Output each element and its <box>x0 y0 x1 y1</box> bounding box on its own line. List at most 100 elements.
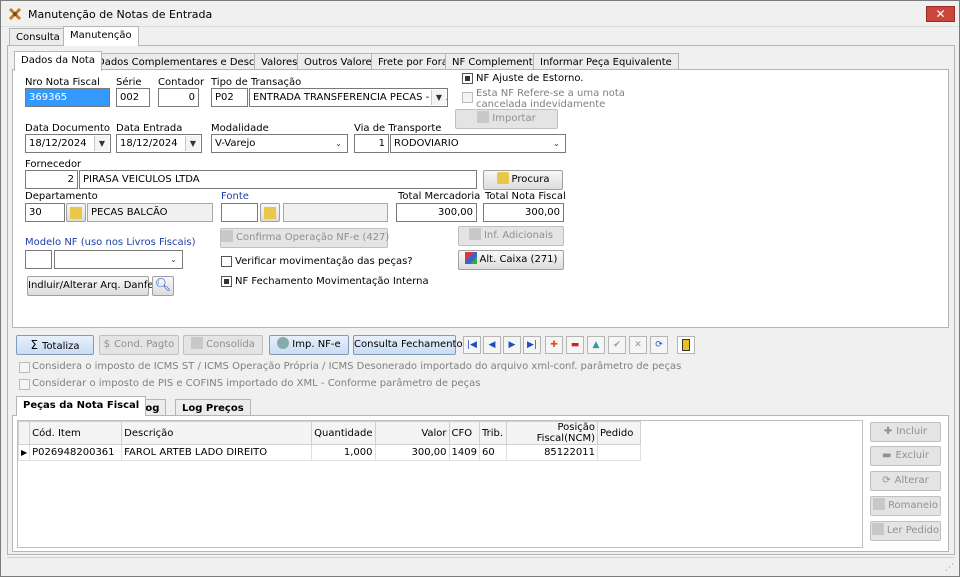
table-cell[interactable]: 1,000 <box>311 444 376 461</box>
incluir-button[interactable]: ✚ Incluir <box>870 422 941 442</box>
grid-column-header[interactable]: CFO <box>448 421 480 445</box>
imp-nfe-label: Imp. NF-e <box>292 339 341 350</box>
chevron-down-icon[interactable]: ▼ <box>431 90 446 105</box>
departamento-search-button[interactable] <box>66 203 86 222</box>
fonte-search-button[interactable] <box>260 203 280 222</box>
refresh-icon[interactable]: ⟳ <box>650 336 668 354</box>
table-cell[interactable]: 60 <box>478 444 507 461</box>
procura-button[interactable]: Procura <box>483 170 563 190</box>
total-nota-fiscal-input[interactable]: 300,00 <box>483 203 564 222</box>
nf-fechamento-checkbox[interactable] <box>221 276 232 287</box>
calendar-dropdown-icon[interactable]: ▼ <box>94 136 109 151</box>
via-transporte-label: Via de Transporte <box>354 123 442 134</box>
table-cell[interactable]: FAROL ARTEB LADO DIREITO <box>121 444 313 461</box>
modalidade-select[interactable]: V-Varejo ⌄ <box>211 134 348 153</box>
serie-label: Série <box>116 77 142 88</box>
nro-nota-input[interactable]: 369365 <box>25 88 110 107</box>
table-cell[interactable]: 85122011 <box>505 444 598 461</box>
pis-cofins-checkbox[interactable] <box>19 379 30 390</box>
exit-door-icon[interactable] <box>677 336 695 354</box>
total-mercadoria-input[interactable]: 300,00 <box>396 203 477 222</box>
totaliza-button[interactable]: Σ Totaliza <box>16 335 94 355</box>
edit-icon <box>468 228 481 240</box>
modelo-nf-codigo-input[interactable] <box>25 250 52 269</box>
modalidade-label: Modalidade <box>211 123 269 134</box>
via-desc-value: RODOVIARIO <box>394 138 459 149</box>
danfe-button[interactable]: Indluir/Alterar Arq. Danfe <box>27 276 154 296</box>
import-icon <box>277 337 290 349</box>
tipo-codigo-input[interactable]: P02 <box>211 88 248 107</box>
modelo-nf-select[interactable]: ⌄ <box>54 250 183 269</box>
via-codigo-input[interactable]: 1 <box>354 134 389 153</box>
cancel-record-icon[interactable]: ✕ <box>629 336 647 354</box>
table-cell[interactable]: P026948200361 <box>29 444 123 461</box>
grid-column-header[interactable]: Pedido <box>596 421 641 445</box>
confirma-operacao-button[interactable]: Confirma Operação NF-e (427) <box>220 228 389 248</box>
delete-record-icon[interactable]: ▬ <box>566 336 584 354</box>
edit-record-icon[interactable]: ▲ <box>587 336 605 354</box>
grid-column-header[interactable]: Quantidade <box>311 421 376 445</box>
grid-indicator-header <box>17 421 31 445</box>
grid-column-header[interactable]: Descrição <box>121 421 313 445</box>
resize-grip-icon[interactable]: ⋰ <box>945 563 954 573</box>
imp-nfe-button[interactable]: Imp. NF-e <box>269 335 349 355</box>
last-record-icon[interactable]: ▶| <box>523 336 541 354</box>
alterar-button[interactable]: ⟳ Alterar <box>870 471 941 491</box>
cond-pagto-button[interactable]: $ Cond. Pagto <box>99 335 179 355</box>
verificar-movimentacao-checkbox[interactable] <box>221 256 232 267</box>
romaneio-button[interactable]: Romaneio <box>870 496 941 516</box>
chevron-down-icon[interactable]: ⌄ <box>166 252 181 267</box>
tab-consulta[interactable]: Consulta <box>9 28 67 46</box>
fonte-codigo-input[interactable] <box>221 203 258 222</box>
tab-manutencao[interactable]: Manutenção <box>63 26 139 46</box>
via-transporte-select[interactable]: RODOVIARIO ⌄ <box>390 134 566 153</box>
next-record-icon[interactable]: ▶ <box>503 336 521 354</box>
contador-input[interactable]: 0 <box>158 88 199 107</box>
consolida-button[interactable]: Consolida <box>183 335 263 355</box>
serie-input[interactable]: 002 <box>116 88 150 107</box>
alt-caixa-button[interactable]: Alt. Caixa (271) <box>458 250 564 270</box>
search-button[interactable]: 🔍︎ <box>152 276 174 296</box>
table-row[interactable]: ▶ P026948200361 FAROL ARTEB LADO DIREITO 1,… <box>17 444 641 461</box>
fornecedor-nome-input[interactable]: PIRASA VEICULOS LTDA <box>79 170 477 189</box>
insert-record-icon[interactable]: ✚ <box>545 336 563 354</box>
tab-dados-da-nota[interactable]: Dados da Nota <box>14 51 102 71</box>
importar-button[interactable]: Importar <box>455 109 558 129</box>
grid-column-header[interactable]: Valor <box>374 421 450 445</box>
inf-adicionais-button[interactable]: Inf. Adicionais <box>458 226 564 246</box>
total-nota-fiscal-label: Total Nota Fiscal <box>485 191 566 202</box>
icms-checkbox[interactable] <box>19 362 30 373</box>
calendar-dropdown-icon[interactable]: ▼ <box>185 136 200 151</box>
prev-record-icon[interactable]: ◀ <box>483 336 501 354</box>
close-button[interactable]: ✕ <box>926 6 955 22</box>
table-cell[interactable]: 1409 <box>448 444 480 461</box>
consulta-fechamento-button[interactable]: Consulta Fechamento <box>353 335 463 355</box>
first-record-icon[interactable]: |◀ <box>463 336 481 354</box>
chevron-down-icon[interactable]: ⌄ <box>331 136 346 151</box>
data-entrada-input[interactable]: 18/12/2024 ▼ <box>116 134 202 153</box>
importar-button-label: Importar <box>492 113 536 124</box>
procura-button-label: Procura <box>511 174 550 185</box>
tipo-desc-text: ENTRADA TRANSFERENCIA PECAS - FILI <box>253 92 448 103</box>
table-cell[interactable] <box>596 444 641 461</box>
nro-nota-label: Nro Nota Fiscal <box>25 77 100 88</box>
departamento-codigo-input[interactable]: 30 <box>25 203 65 222</box>
grid-column-header[interactable]: Posição Fiscal(NCM) <box>505 421 598 445</box>
tab-pecas-nota-fiscal[interactable]: Peças da Nota Fiscal <box>16 396 147 416</box>
chevron-down-icon[interactable]: ⌄ <box>549 136 564 151</box>
nf-refere-checkbox[interactable] <box>462 92 473 103</box>
nf-ajuste-checkbox[interactable] <box>462 73 473 84</box>
grid-column-header[interactable]: Cód. Item <box>29 421 123 445</box>
data-doc-input[interactable]: 18/12/2024 ▼ <box>25 134 111 153</box>
excluir-button[interactable]: ▬ Excluir <box>870 446 941 466</box>
grid-column-header[interactable]: Trib. <box>478 421 507 445</box>
fornecedor-codigo-input[interactable]: 2 <box>25 170 78 189</box>
tipo-transacao-select[interactable]: ENTRADA TRANSFERENCIA PECAS - FILI ▼ <box>249 88 448 107</box>
table-cell[interactable]: 300,00 <box>374 444 450 461</box>
verificar-movimentacao-label: Verificar movimentação das peças? <box>235 256 413 267</box>
grid-header-row: Cód. Item Descrição Quantidade Valor CFO Trib… <box>17 421 641 445</box>
magnifier-icon: 🔍︎ <box>154 278 172 293</box>
pecas-grid[interactable]: Cód. Item Descrição Quantidade Valor CFO Trib… <box>17 420 863 548</box>
ler-pedido-button[interactable]: Ler Pedido <box>870 521 941 541</box>
post-record-icon[interactable]: ✔ <box>608 336 626 354</box>
